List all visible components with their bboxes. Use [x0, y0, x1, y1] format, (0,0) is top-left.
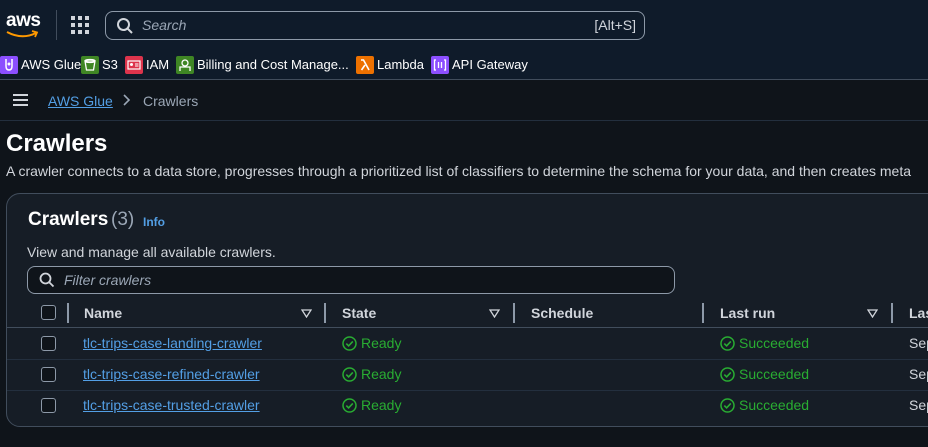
search-bar[interactable]: Search [Alt+S] [105, 11, 645, 40]
table-row: tlc-trips-case-landing-crawler Ready Suc… [7, 328, 928, 360]
column-header-name[interactable]: Name [84, 305, 122, 321]
favorite-s3[interactable]: S3 [81, 54, 118, 75]
state-label: Ready [361, 397, 402, 413]
favorite-billing[interactable]: Billing and Cost Manage... [176, 54, 349, 75]
success-check-icon [720, 335, 735, 351]
page-title: Crawlers [6, 130, 108, 157]
search-icon [117, 18, 133, 34]
table-row: tlc-trips-case-trusted-crawler Ready Suc… [7, 390, 928, 421]
column-header-state[interactable]: State [342, 305, 376, 321]
favorite-aws-glue[interactable]: AWS Glue [0, 54, 81, 75]
column-divider[interactable] [324, 303, 326, 323]
sort-icon[interactable] [867, 309, 878, 318]
select-all-checkbox[interactable] [41, 305, 56, 320]
crawlers-panel: Crawlers (3) Info View and manage all av… [6, 193, 928, 427]
truncated-cell: Sep [909, 397, 928, 413]
search-shortcut: [Alt+S] [594, 17, 636, 33]
breadcrumb-aws-glue[interactable]: AWS Glue [48, 93, 113, 109]
last-run-status: Succeeded [720, 397, 809, 413]
aws-smile-icon [6, 30, 39, 38]
table-header: Name State Schedule Last run Las [7, 300, 928, 328]
truncated-cell: Sep [909, 335, 928, 351]
table-row: tlc-trips-case-refined-crawler Ready Suc… [7, 359, 928, 391]
filter-placeholder: Filter crawlers [64, 272, 152, 288]
breadcrumb-current: Crawlers [143, 93, 199, 109]
search-placeholder: Search [142, 17, 187, 33]
favorites-bar: AWS Glue S3 IAM Billing and Cost Manage.… [0, 50, 928, 80]
info-link[interactable]: Info [143, 215, 165, 229]
column-header-truncated[interactable]: Las [909, 305, 928, 321]
iam-icon [125, 55, 143, 74]
row-checkbox[interactable] [41, 336, 56, 351]
panel-description: View and manage all available crawlers. [27, 244, 276, 260]
chevron-right-icon [123, 94, 131, 106]
last-run-label: Succeeded [739, 366, 810, 382]
row-checkbox[interactable] [41, 398, 56, 413]
aws-glue-icon [0, 55, 18, 74]
lambda-icon [356, 55, 374, 74]
last-run-label: Succeeded [739, 397, 810, 413]
truncated-cell: Sep [909, 366, 928, 382]
top-navigation: aws Search [Alt+S] [0, 0, 928, 51]
column-divider[interactable] [513, 303, 515, 323]
aws-logo-text: aws [6, 10, 41, 31]
services-grid-icon[interactable] [71, 16, 89, 34]
aws-logo[interactable]: aws [6, 10, 42, 40]
api-gateway-icon [431, 55, 449, 74]
favorite-label: API Gateway [452, 57, 528, 72]
success-check-icon [342, 397, 357, 413]
favorite-label: Lambda [377, 57, 424, 72]
success-check-icon [342, 335, 357, 351]
favorite-label: S3 [102, 57, 118, 72]
column-divider [67, 303, 69, 323]
column-header-last-run[interactable]: Last run [720, 305, 775, 321]
search-icon [39, 272, 55, 288]
favorite-lambda[interactable]: Lambda [356, 54, 424, 75]
success-check-icon [720, 397, 735, 413]
last-run-status: Succeeded [720, 335, 809, 351]
last-run-status: Succeeded [720, 366, 809, 382]
crawler-name-link[interactable]: tlc-trips-case-landing-crawler [83, 335, 262, 351]
filter-crawlers-input[interactable]: Filter crawlers [27, 266, 675, 294]
panel-title: Crawlers [28, 209, 109, 230]
state-label: Ready [361, 366, 402, 382]
favorite-api-gateway[interactable]: API Gateway [431, 54, 528, 75]
nav-divider [56, 10, 57, 40]
row-checkbox[interactable] [41, 367, 56, 382]
favorite-label: IAM [146, 57, 170, 72]
column-divider[interactable] [891, 303, 893, 323]
state-status: Ready [342, 335, 401, 351]
last-run-label: Succeeded [739, 335, 810, 351]
state-status: Ready [342, 397, 401, 413]
favorite-label: AWS Glue [21, 57, 82, 72]
favorite-iam[interactable]: IAM [125, 54, 169, 75]
state-status: Ready [342, 366, 401, 382]
menu-icon[interactable] [13, 94, 28, 106]
crawler-count: (3) [111, 209, 135, 230]
crawler-name-link[interactable]: tlc-trips-case-refined-crawler [83, 366, 260, 382]
page-description: A crawler connects to a data store, prog… [6, 163, 912, 179]
breadcrumb-bar: AWS Glue Crawlers [0, 80, 928, 121]
sort-icon[interactable] [301, 309, 312, 318]
column-divider[interactable] [702, 303, 704, 323]
favorite-label: Billing and Cost Manage... [197, 57, 349, 72]
column-header-schedule: Schedule [531, 305, 594, 321]
billing-icon [176, 55, 194, 74]
crawler-name-link[interactable]: tlc-trips-case-trusted-crawler [83, 397, 260, 413]
state-label: Ready [361, 335, 402, 351]
s3-icon [81, 55, 99, 74]
sort-icon[interactable] [489, 309, 500, 318]
success-check-icon [342, 366, 357, 382]
success-check-icon [720, 366, 735, 382]
